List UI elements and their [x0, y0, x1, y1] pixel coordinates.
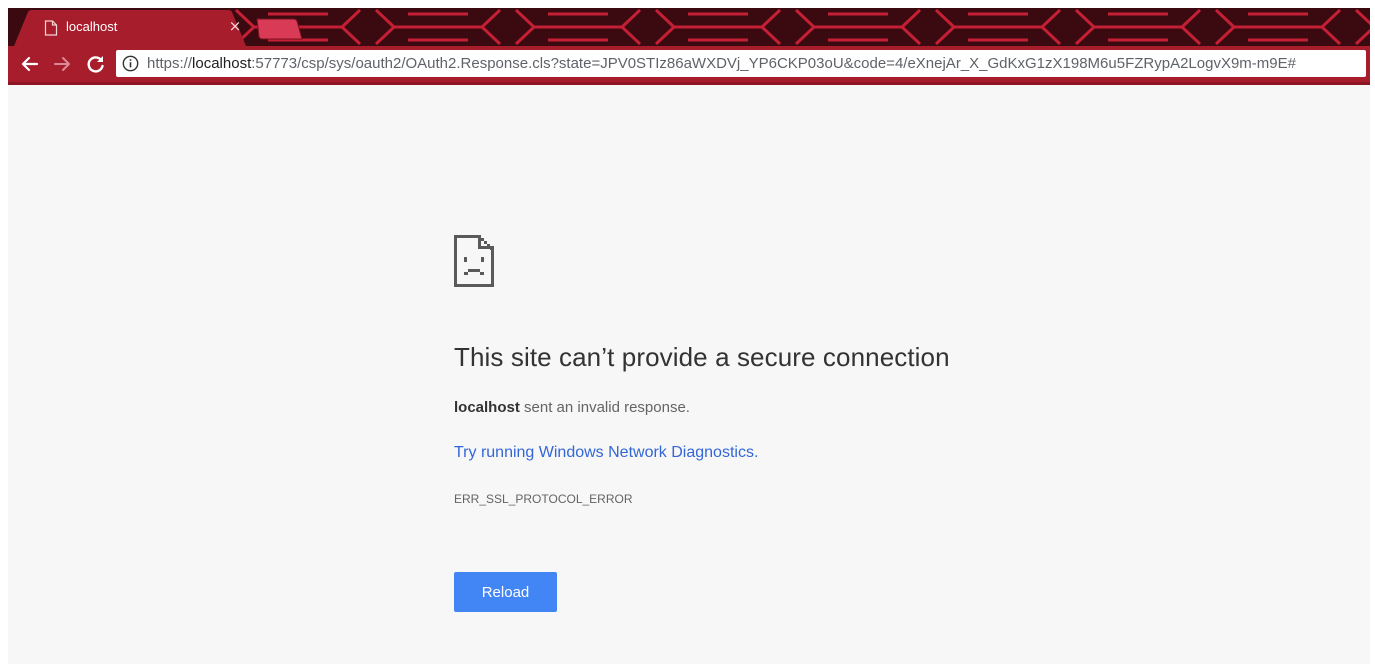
- hex-pattern-shape: [1214, 8, 1342, 46]
- toolbar: https://localhost:57773/csp/sys/oauth2/O…: [8, 46, 1370, 82]
- network-diagnostics-link[interactable]: Try running Windows Network Diagnostics.: [454, 444, 758, 462]
- tab-close-icon[interactable]: ×: [227, 17, 243, 35]
- arrow-left-icon[interactable]: [16, 50, 44, 78]
- hex-pattern-shape: [1074, 8, 1202, 46]
- reload-icon[interactable]: [82, 50, 110, 78]
- reload-button[interactable]: Reload: [454, 572, 557, 612]
- new-tab-button[interactable]: [253, 18, 303, 40]
- sad-page-icon: [454, 235, 494, 287]
- error-page: This site can’t provide a secure connect…: [8, 85, 1370, 664]
- url-scheme: https://: [147, 55, 193, 72]
- page-icon: [44, 20, 58, 36]
- active-tab[interactable]: localhost ×: [14, 10, 246, 46]
- hex-pattern-shape: [794, 8, 922, 46]
- url-path: :57773/csp/sys/oauth2/OAuth2.Response.cl…: [251, 55, 1296, 72]
- url-host: localhost: [192, 55, 252, 72]
- browser-window: localhost × https://localhost:57773/csp/…: [8, 8, 1370, 664]
- info-icon[interactable]: [122, 55, 139, 72]
- hex-pattern-shape: [1354, 8, 1370, 46]
- arrow-right-icon[interactable]: [48, 50, 76, 78]
- error-code: ERR_SSL_PROTOCOL_ERROR: [454, 492, 633, 506]
- hex-pattern-shape: [514, 8, 642, 46]
- hex-pattern-shape: [934, 8, 1062, 46]
- error-description-text: sent an invalid response.: [519, 399, 690, 416]
- url-text[interactable]: https://localhost:57773/csp/sys/oauth2/O…: [147, 55, 1296, 72]
- hex-pattern-shape: [374, 8, 502, 46]
- address-bar[interactable]: https://localhost:57773/csp/sys/oauth2/O…: [116, 50, 1366, 77]
- error-description: localhost sent an invalid response.: [454, 399, 690, 416]
- hex-pattern-shape: [654, 8, 782, 46]
- tab-strip: localhost ×: [8, 8, 1370, 46]
- error-heading: This site can’t provide a secure connect…: [454, 342, 950, 372]
- error-host: localhost: [454, 399, 520, 416]
- tab-title: localhost: [66, 19, 118, 34]
